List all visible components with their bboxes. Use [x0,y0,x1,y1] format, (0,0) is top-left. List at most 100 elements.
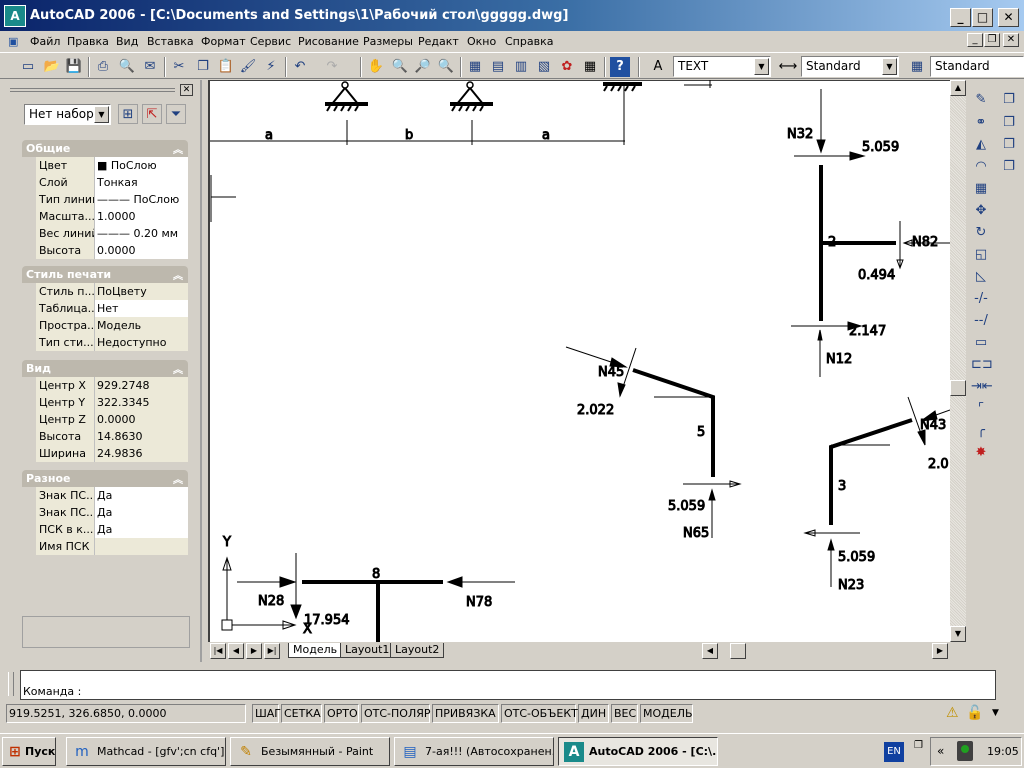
menu-dimension[interactable]: Размеры [363,35,413,48]
property-value[interactable]: 929.2748 [95,377,188,394]
menu-help[interactable]: Справка [505,35,553,48]
property-value[interactable]: 14.8630 [95,428,188,445]
markup-icon[interactable]: ✿ [557,57,577,77]
new-icon[interactable]: ▭ [18,57,38,77]
palette-close-button[interactable]: ✕ [180,84,193,96]
property-value[interactable]: Да [95,504,188,521]
design-center-icon[interactable]: ▤ [488,57,508,77]
status-toggle[interactable]: СЕТКА [281,704,322,723]
property-value[interactable]: 24.9836 [95,445,188,462]
copy-object-icon[interactable]: ⚭ [971,113,991,133]
menu-edit[interactable]: Правка [67,35,109,48]
text-style-select[interactable]: TEXT ▼ [673,56,771,77]
property-row[interactable]: Масшта... 1.0000 [36,208,188,225]
zoom-previous-icon[interactable]: 🔍 [436,57,456,77]
select-objects-icon[interactable]: ⇱ [142,104,162,124]
dim-style-select[interactable]: Standard ▼ [801,56,899,77]
help-icon[interactable]: ? [610,57,630,77]
send-under-icon[interactable]: ❐ [999,157,1019,177]
property-row[interactable]: Цвет ■ ПоСлою [36,157,188,174]
copy-icon[interactable]: ❐ [193,57,213,77]
language-bar-restore[interactable]: ❐ [914,740,923,751]
property-row[interactable]: Вес линий ——— 0.20 мм [36,225,188,242]
tab-layout2[interactable]: Layout2 [390,643,445,658]
property-value[interactable]: 0.0000 [95,411,188,428]
property-value[interactable]: 0.0000 [95,242,188,259]
property-value[interactable]: ■ ПоСлою [95,157,188,174]
cut-icon[interactable]: ✂ [169,57,189,77]
property-value[interactable]: ПоЦвету [95,283,188,300]
scroll-right-button[interactable]: ▶ [932,643,948,659]
tool-palettes-icon[interactable]: ▥ [511,57,531,77]
mirror-icon[interactable]: ◭ [971,135,991,155]
drawing-area[interactable]: a b a N32 5.059 2 N82 0.494 2.147 N12 N4… [208,80,950,642]
property-row[interactable]: Центр Z 0.0000 [36,411,188,428]
menu-insert[interactable]: Вставка [147,35,194,48]
doc-restore-button[interactable]: ❐ [984,33,1000,47]
properties-icon[interactable]: ▦ [465,57,485,77]
section-header[interactable]: Стиль печати ︽ [22,266,188,283]
break-at-point-icon[interactable]: ⊏⊐ [971,355,993,375]
scale-icon[interactable]: ◱ [971,245,991,265]
offset-icon[interactable]: ◠ [971,157,991,177]
collapse-icon[interactable]: ︽ [173,267,183,282]
start-button[interactable]: ⊞ Пуск [2,737,56,766]
save-icon[interactable]: 💾 [64,57,84,77]
explode-icon[interactable]: ✸ [971,443,991,463]
command-grip[interactable] [8,672,14,696]
property-value[interactable]: ——— 0.20 мм [95,225,188,242]
first-tab-button[interactable]: |◀ [210,643,226,659]
section-header[interactable]: Вид ︽ [22,360,188,377]
property-row[interactable]: Слой Тонкая [36,174,188,191]
property-row[interactable]: Имя ПСК [36,538,188,555]
array-icon[interactable]: ▦ [971,179,991,199]
hscroll-thumb[interactable] [730,643,746,659]
trim-icon[interactable]: -/- [971,289,991,309]
break-icon[interactable]: ▭ [971,333,991,353]
section-header[interactable]: Общие ︽ [22,140,188,157]
menu-tools[interactable]: Сервис [250,35,291,48]
property-row[interactable]: Ширина 24.9836 [36,445,188,462]
property-value[interactable] [95,538,188,555]
menu-modify[interactable]: Редакт [418,35,459,48]
lock-icon[interactable]: 🔓 [966,705,983,721]
network-icon[interactable] [957,741,973,761]
property-row[interactable]: Высота 14.8630 [36,428,188,445]
stretch-icon[interactable]: ◺ [971,267,991,287]
property-row[interactable]: Таблица... Нет [36,300,188,317]
task-autocad[interactable]: A AutoCAD 2006 - [C:\... [558,737,718,766]
property-value[interactable]: Да [95,487,188,504]
maximize-button[interactable]: □ [972,8,993,27]
move-icon[interactable]: ✥ [971,201,991,221]
status-menu-arrow[interactable]: ▼ [992,708,999,718]
property-value[interactable]: Тонкая [95,174,188,191]
palette-grip[interactable] [10,88,175,92]
status-toggle[interactable]: ДИН [578,704,609,723]
collapse-icon[interactable]: ︽ [173,361,183,376]
prev-tab-button[interactable]: ◀ [228,643,244,659]
scroll-up-button[interactable]: ▲ [950,80,966,96]
collapse-icon[interactable]: ︽ [173,141,183,156]
status-toggle[interactable]: ШАГ [252,704,281,723]
property-row[interactable]: Стиль п... ПоЦвету [36,283,188,300]
publish-icon[interactable]: ✉ [140,57,160,77]
property-row[interactable]: Высота 0.0000 [36,242,188,259]
selection-select[interactable]: Нет набора ▼ [24,104,111,125]
block-editor-icon[interactable]: ⚡ [261,57,281,77]
quick-select-icon[interactable]: ⏷ [166,104,186,124]
join-icon[interactable]: ⇥⇤ [971,377,993,397]
redo-icon[interactable]: ↷ [322,57,342,77]
property-value[interactable]: Недоступно [95,334,188,351]
status-toggle[interactable]: ОТС-ОБЪЕКТ [501,704,578,723]
scroll-left-button[interactable]: ◀ [702,643,718,659]
toggle-pickadd-icon[interactable]: ⊞ [118,104,138,124]
property-row[interactable]: ПСК в к... Да [36,521,188,538]
collapse-icon[interactable]: ︽ [173,471,183,486]
comm-center-icon[interactable]: ⚠ [946,705,959,721]
property-row[interactable]: Тип сти... Недоступно [36,334,188,351]
property-value[interactable]: Нет [95,300,188,317]
bring-above-icon[interactable]: ❐ [999,135,1019,155]
zoom-realtime-icon[interactable]: 🔍 [390,57,410,77]
property-value[interactable]: 322.3345 [95,394,188,411]
command-line[interactable]: Команда : [20,670,996,700]
